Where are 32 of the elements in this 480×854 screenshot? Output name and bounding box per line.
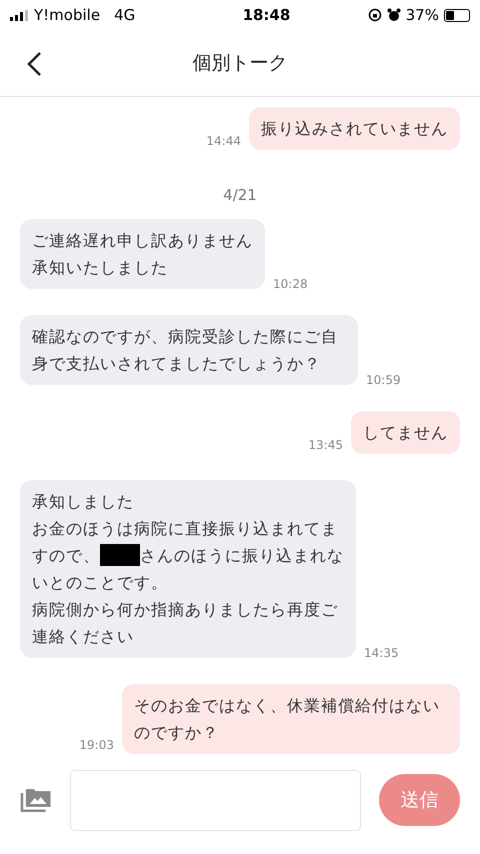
network-type: 4G (114, 4, 136, 26)
battery-icon (444, 8, 470, 22)
message-time: 10:28 (273, 276, 308, 292)
carrier-name: Y!mobile (34, 4, 100, 26)
page-title: 個別トーク (192, 50, 288, 76)
message-time: 19:03 (79, 736, 114, 754)
message-time: 14:44 (206, 133, 241, 150)
message-time: 10:59 (366, 372, 401, 388)
message-time: 14:35 (364, 644, 399, 662)
date-separator: 4/21 (223, 185, 257, 206)
message-text: してません (363, 422, 448, 444)
message-text: お金のほうは病院に直接振り込まれてま (32, 518, 338, 540)
message-text: さんのほうに振り込まれな (140, 544, 344, 566)
message-text: そのお金ではなく、休業補償給付はないのですか？ (134, 694, 441, 744)
message-text: いとのことです。 (32, 572, 168, 594)
clock-time: 18:48 (242, 4, 290, 26)
message-text: 確認なのですが、病院受診した際にご自身で支払いされてましたでしょうか？ (32, 326, 339, 374)
message-text: すので、 (32, 544, 100, 566)
back-icon[interactable] (26, 51, 42, 77)
message-text: 承知しました (32, 490, 134, 512)
message-text: 病院側から何か指摘ありましたら再度ご (32, 598, 338, 620)
message-input[interactable] (70, 770, 362, 830)
image-gallery-icon[interactable] (20, 787, 52, 813)
rotation-lock-icon (368, 8, 382, 22)
signal-icon (10, 10, 28, 20)
message-text: 振り込みされていません (261, 118, 448, 140)
message-text: 承知いたしました (32, 256, 168, 278)
message-text: 連絡ください (32, 626, 134, 648)
battery-percent: 37% (406, 4, 439, 26)
message-time: 13:45 (308, 436, 343, 454)
message-text: ご連絡遅れ申し訳ありません (32, 230, 253, 252)
alarm-clock-icon (386, 8, 401, 22)
